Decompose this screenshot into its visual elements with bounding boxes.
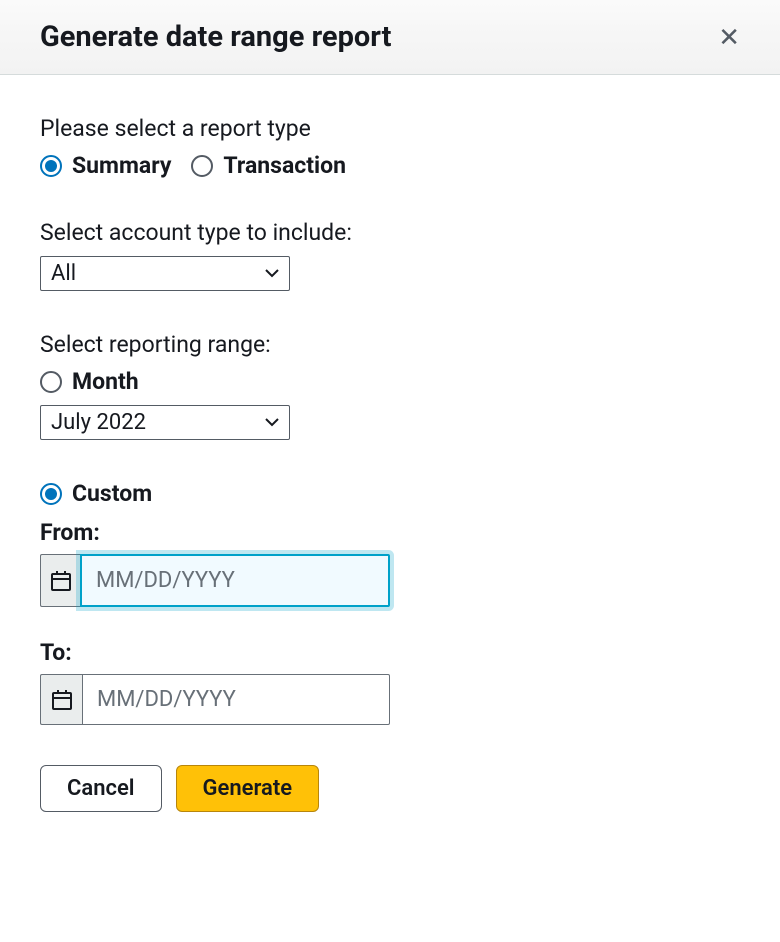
from-date-input[interactable]: [80, 554, 390, 607]
chevron-down-icon: [265, 269, 279, 278]
radio-transaction-label: Transaction: [223, 152, 346, 179]
radio-icon: [40, 371, 62, 393]
generate-button[interactable]: Generate: [176, 765, 320, 812]
account-type-section: Select account type to include: All: [40, 219, 740, 291]
calendar-icon: [50, 688, 74, 712]
report-type-radios: Summary Transaction: [40, 152, 740, 179]
to-calendar-button[interactable]: [40, 674, 82, 725]
account-type-label: Select account type to include:: [40, 219, 740, 246]
reporting-range-section: Select reporting range: Month July 2022: [40, 331, 740, 440]
to-date-group: [40, 674, 390, 725]
close-button[interactable]: ✕: [718, 24, 740, 50]
button-row: Cancel Generate: [40, 765, 740, 812]
modal-content: Please select a report type Summary Tran…: [0, 75, 780, 842]
calendar-icon: [49, 569, 73, 593]
report-type-label: Please select a report type: [40, 115, 740, 142]
account-type-select[interactable]: All: [40, 256, 290, 291]
radio-custom-label: Custom: [72, 480, 152, 507]
radio-icon: [40, 483, 62, 505]
to-date-input[interactable]: [82, 674, 390, 725]
from-date-group: [40, 554, 390, 607]
report-type-section: Please select a report type Summary Tran…: [40, 115, 740, 179]
to-label: To:: [40, 639, 740, 666]
custom-range-section: Custom From: To:: [40, 480, 740, 725]
month-select[interactable]: July 2022: [40, 405, 290, 440]
radio-summary[interactable]: Summary: [40, 152, 171, 179]
month-value: July 2022: [51, 410, 146, 435]
radio-icon: [191, 155, 213, 177]
account-type-value: All: [51, 261, 76, 286]
radio-custom[interactable]: Custom: [40, 480, 740, 507]
from-calendar-button[interactable]: [40, 554, 80, 607]
from-label: From:: [40, 519, 740, 546]
modal-header: Generate date range report ✕: [0, 0, 780, 75]
radio-summary-label: Summary: [72, 152, 171, 179]
chevron-down-icon: [265, 418, 279, 427]
close-icon: ✕: [718, 22, 740, 52]
reporting-range-label: Select reporting range:: [40, 331, 740, 358]
radio-month-label: Month: [72, 368, 139, 395]
cancel-button[interactable]: Cancel: [40, 765, 162, 812]
radio-icon: [40, 155, 62, 177]
radio-transaction[interactable]: Transaction: [191, 152, 346, 179]
modal-title: Generate date range report: [40, 20, 391, 54]
radio-month[interactable]: Month: [40, 368, 740, 395]
